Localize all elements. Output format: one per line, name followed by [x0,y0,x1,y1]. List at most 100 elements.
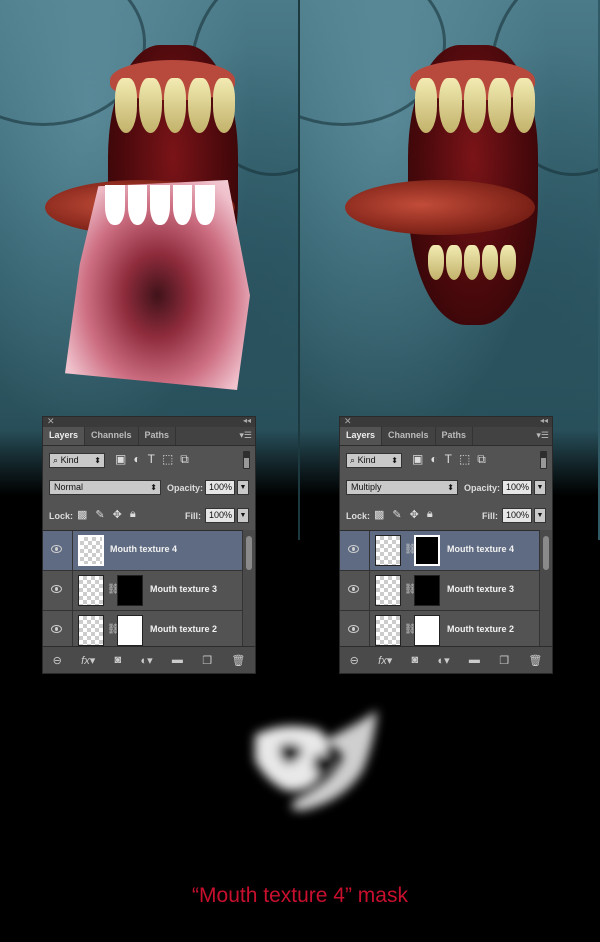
blend-mode-select[interactable]: Multiply ⬍ [346,480,458,495]
tab-paths[interactable]: Paths [139,427,177,445]
adjustment-layer-icon[interactable]: ◐▾ [437,654,449,667]
blend-mode-select[interactable]: Normal ⬍ [49,480,161,495]
tab-layers[interactable]: Layers [340,427,383,445]
visibility-eye-icon[interactable] [51,625,62,633]
shape-filter-icon[interactable]: ⬚ [459,452,470,467]
visibility-eye-icon[interactable] [348,585,359,593]
layer-name[interactable]: Mouth texture 3 [150,584,217,594]
adjustment-filter-icon[interactable]: ◐ [133,452,140,467]
layers-panel-left: ✕ ◂◂ Layers Channels Paths ▾☰ ⌕ Kind ⬍ ▣… [42,416,256,674]
visibility-eye-icon[interactable] [348,625,359,633]
fx-icon[interactable]: fx▾ [378,654,392,667]
filter-kind-select[interactable]: ⌕ Kind ⬍ [49,453,105,468]
close-icon[interactable]: ✕ [344,416,352,427]
layer-mask-thumbnail[interactable] [414,535,440,566]
panel-menu-icon[interactable]: ▾☰ [536,430,549,441]
layer-row[interactable]: ⛓ Mouth texture 2 [43,611,243,651]
fill-input[interactable]: 100% [205,508,235,523]
adjustment-layer-icon[interactable]: ◐▾ [140,654,152,667]
layer-mask-thumbnail[interactable] [414,575,440,606]
layer-thumbnail[interactable] [375,615,401,646]
layer-list: Mouth texture 4 ⛓ Mouth texture 3 ⛓ Mout… [43,530,243,651]
lock-all-icon[interactable]: 🔒︎ [427,508,433,521]
new-layer-icon[interactable]: ❐ [202,654,212,667]
filter-row: ⌕ Kind ⬍ ▣ ◐ T ⬚ ⧉ [340,446,552,474]
fx-icon[interactable]: fx▾ [81,654,95,667]
fill-dropdown-icon[interactable]: ▼ [237,508,249,523]
layer-thumbnail[interactable] [375,535,401,566]
add-mask-icon[interactable]: ◙ [115,654,122,666]
opacity-dropdown-icon[interactable]: ▼ [534,480,546,495]
layer-scrollbar[interactable] [539,530,552,647]
opacity-label: Opacity: [167,483,204,493]
trash-icon[interactable]: 🗑︎ [528,654,542,667]
tab-paths[interactable]: Paths [436,427,474,445]
layer-thumbnail[interactable] [78,615,104,646]
add-mask-icon[interactable]: ◙ [412,654,419,666]
layer-name[interactable]: Mouth texture 3 [447,584,514,594]
type-filter-icon[interactable]: T [148,452,155,467]
layer-row[interactable]: ⛓ Mouth texture 4 [340,531,540,571]
lock-transparency-icon[interactable]: ▩ [77,508,87,521]
layer-name[interactable]: Mouth texture 4 [110,544,177,554]
filter-toggle[interactable] [540,451,547,469]
tab-channels[interactable]: Channels [85,427,139,445]
lock-position-icon[interactable]: ✥ [113,508,122,521]
lock-position-icon[interactable]: ✥ [410,508,419,521]
link-layers-icon[interactable]: ⊖ [53,654,62,667]
type-filter-icon[interactable]: T [445,452,452,467]
layer-row[interactable]: Mouth texture 4 [43,531,243,571]
blend-row: Multiply ⬍ Opacity: 100% ▼ [340,474,552,502]
lock-label: Lock: [49,511,74,521]
divider [72,531,73,570]
fill-dropdown-icon[interactable]: ▼ [534,508,546,523]
layer-name[interactable]: Mouth texture 4 [447,544,514,554]
layer-name[interactable]: Mouth texture 2 [447,624,514,634]
smart-object-filter-icon[interactable]: ⧉ [180,452,189,467]
panel-menu-icon[interactable]: ▾☰ [239,430,252,441]
collapse-icon[interactable]: ◂◂ [243,416,251,425]
layer-row[interactable]: ⛓ Mouth texture 3 [43,571,243,611]
visibility-eye-icon[interactable] [51,545,62,553]
new-group-icon[interactable]: ▬ [172,654,183,666]
layer-name[interactable]: Mouth texture 2 [150,624,217,634]
layer-thumbnail[interactable] [375,575,401,606]
lock-pixels-icon[interactable]: ✎ [95,508,104,521]
smart-object-filter-icon[interactable]: ⧉ [477,452,486,467]
new-layer-icon[interactable]: ❐ [499,654,509,667]
lock-all-icon[interactable]: 🔒︎ [130,508,136,521]
layer-mask-thumbnail[interactable] [414,615,440,646]
adjustment-filter-icon[interactable]: ◐ [430,452,437,467]
opacity-input[interactable]: 100% [502,480,532,495]
tab-layers[interactable]: Layers [43,427,86,445]
scrollbar[interactable] [246,536,252,570]
pixel-filter-icon[interactable]: ▣ [412,452,423,467]
visibility-eye-icon[interactable] [348,545,359,553]
opacity-input[interactable]: 100% [205,480,235,495]
lock-transparency-icon[interactable]: ▩ [374,508,384,521]
trash-icon[interactable]: 🗑︎ [231,654,245,667]
filter-kind-select[interactable]: ⌕ Kind ⬍ [346,453,402,468]
lock-pixels-icon[interactable]: ✎ [392,508,401,521]
scrollbar[interactable] [543,536,549,570]
filter-toggle[interactable] [243,451,250,469]
layer-row[interactable]: ⛓ Mouth texture 2 [340,611,540,651]
visibility-eye-icon[interactable] [51,585,62,593]
link-layers-icon[interactable]: ⊖ [350,654,359,667]
opacity-dropdown-icon[interactable]: ▼ [237,480,249,495]
fill-input[interactable]: 100% [502,508,532,523]
collapse-icon[interactable]: ◂◂ [540,416,548,425]
layer-mask-thumbnail[interactable] [117,615,143,646]
layer-thumbnail[interactable] [78,535,104,566]
layer-mask-thumbnail[interactable] [117,575,143,606]
pixel-filter-icon[interactable]: ▣ [115,452,126,467]
upper-teeth [415,78,536,133]
layer-row[interactable]: ⛓ Mouth texture 3 [340,571,540,611]
stepper-arrows-icon: ⬍ [391,456,398,465]
layer-thumbnail[interactable] [78,575,104,606]
tab-channels[interactable]: Channels [382,427,436,445]
layer-scrollbar[interactable] [242,530,255,647]
new-group-icon[interactable]: ▬ [469,654,480,666]
close-icon[interactable]: ✕ [47,416,55,427]
shape-filter-icon[interactable]: ⬚ [162,452,173,467]
